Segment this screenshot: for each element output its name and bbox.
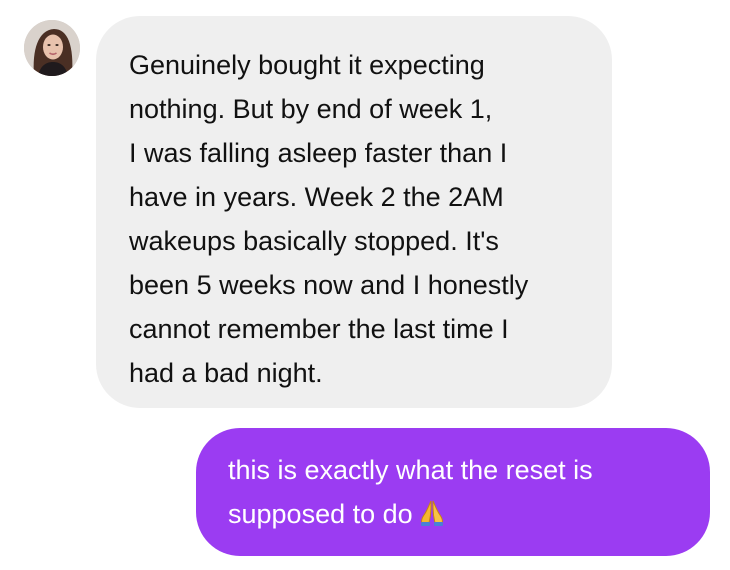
message-line-with-emoji: supposed to do [228, 492, 686, 540]
message-line: cannot remember the last time I [129, 314, 509, 344]
message-line: nothing. But by end of week 1, [129, 94, 493, 124]
message-line: wakeups basically stopped. It's [129, 226, 499, 256]
message-line-text: supposed to do [228, 499, 413, 529]
incoming-message-bubble[interactable]: Genuinely bought it expecting nothing. B… [96, 16, 612, 408]
avatar-photo [24, 20, 80, 76]
message-line: Genuinely bought it expecting [129, 50, 485, 80]
message-line: have in years. Week 2 the 2AM [129, 182, 504, 212]
outgoing-message-bubble[interactable]: this is exactly what the reset is suppos… [196, 428, 710, 556]
message-line: been 5 weeks now and I honestly [129, 270, 529, 300]
message-line: had a bad night. [129, 358, 323, 388]
avatar[interactable] [24, 20, 80, 76]
folded-hands-icon [417, 496, 447, 540]
message-line: I was falling asleep faster than I [129, 138, 508, 168]
message-line: this is exactly what the reset is [228, 455, 593, 485]
